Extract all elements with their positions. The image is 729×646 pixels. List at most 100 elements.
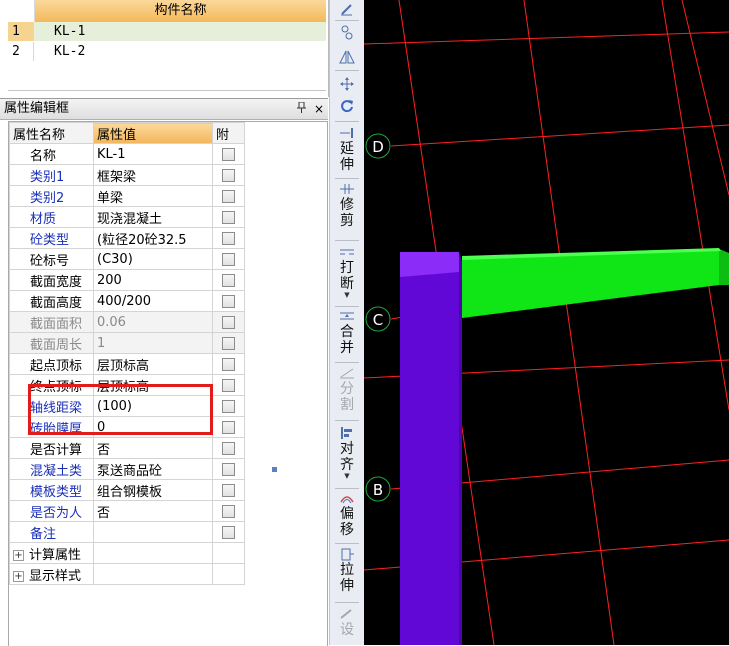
- property-value[interactable]: KL-1: [93, 143, 213, 165]
- property-name: 砼标号: [9, 248, 94, 270]
- attach-cell: [212, 248, 245, 270]
- property-row-section-width[interactable]: 截面宽度 200: [9, 269, 245, 291]
- property-row-concrete-type[interactable]: 砼类型 (粒径20砼32.5: [9, 227, 245, 249]
- attach-checkbox[interactable]: [222, 168, 235, 182]
- attach-checkbox[interactable]: [222, 357, 235, 371]
- property-name-header: 属性名称: [9, 122, 94, 144]
- component-name-header[interactable]: 构件名称: [35, 0, 326, 22]
- pin-icon[interactable]: [296, 99, 306, 119]
- property-value[interactable]: (粒径20砼32.5: [93, 227, 213, 249]
- attach-checkbox[interactable]: [222, 525, 235, 539]
- component-row-kl2[interactable]: 2 KL-2: [8, 42, 326, 61]
- attach-checkbox[interactable]: [222, 483, 235, 497]
- attach-checkbox[interactable]: [222, 420, 235, 434]
- axis-marker-d[interactable]: D: [365, 133, 391, 159]
- 3d-viewport[interactable]: D C B: [364, 0, 729, 645]
- property-value[interactable]: 组合钢模板: [93, 479, 213, 501]
- break-button[interactable]: 打断 ▼: [330, 246, 364, 299]
- property-row-name[interactable]: 名称 KL-1: [9, 143, 245, 165]
- stretch-button[interactable]: 拉伸: [330, 548, 364, 594]
- property-group-calculation[interactable]: + 计算属性: [9, 542, 245, 564]
- component-row-kl1[interactable]: 1 KL-1: [8, 22, 326, 41]
- attach-checkbox[interactable]: [222, 294, 235, 308]
- property-row-end-top-elev[interactable]: 终点顶标 层顶标高: [9, 374, 245, 396]
- property-row-section-perimeter[interactable]: 截面周长 1: [9, 332, 245, 354]
- property-name: 终点顶标: [9, 374, 94, 396]
- property-value[interactable]: 现浇混凝土: [93, 206, 213, 228]
- attach-checkbox[interactable]: [222, 399, 235, 413]
- property-row-section-height[interactable]: 截面高度 400/200: [9, 290, 245, 312]
- brush-icon[interactable]: [330, 0, 364, 18]
- attach-checkbox[interactable]: [222, 147, 235, 161]
- axis-marker-c[interactable]: C: [365, 306, 391, 332]
- move-icon[interactable]: [330, 75, 364, 93]
- property-grid: 属性名称 属性值 附 名称 KL-1 类别1 框架梁 类别2 单梁 材质 现浇混凝土 砼类型 (粒…: [9, 122, 245, 585]
- attach-checkbox[interactable]: [222, 210, 235, 224]
- attach-checkbox[interactable]: [222, 441, 235, 455]
- attach-checkbox[interactable]: [222, 189, 235, 203]
- property-row-category2[interactable]: 类别2 单梁: [9, 185, 245, 207]
- attach-checkbox[interactable]: [222, 378, 235, 392]
- attach-checkbox[interactable]: [222, 336, 235, 350]
- property-row-start-top-elev[interactable]: 起点顶标 层顶标高: [9, 353, 245, 375]
- property-value[interactable]: 层顶标高: [93, 353, 213, 375]
- property-name: 是否计算: [9, 437, 94, 459]
- property-group-display[interactable]: + 显示样式: [9, 563, 245, 585]
- toolbar-separator: [335, 70, 359, 71]
- toolbar-separator: [335, 20, 359, 21]
- settings-button[interactable]: 设: [330, 608, 364, 638]
- trim-button[interactable]: 修剪: [330, 183, 364, 229]
- expand-icon[interactable]: +: [13, 570, 24, 582]
- property-row-is-calculated[interactable]: 是否计算否: [9, 437, 245, 459]
- attach-cell: [212, 521, 245, 543]
- property-value[interactable]: 200: [93, 269, 213, 291]
- property-value[interactable]: 否: [93, 437, 213, 459]
- property-row-formwork-type[interactable]: 模板类型 组合钢模板: [9, 479, 245, 501]
- property-value[interactable]: 框架梁: [93, 164, 213, 186]
- rotate-icon[interactable]: [330, 97, 364, 115]
- property-row-is-manual[interactable]: 是否为人否: [9, 500, 245, 522]
- property-value[interactable]: 否: [93, 500, 213, 522]
- mirror-icon[interactable]: [330, 48, 364, 66]
- attach-checkbox[interactable]: [222, 273, 235, 287]
- trim-icon: [330, 183, 364, 197]
- property-value[interactable]: 层顶标高: [93, 374, 213, 396]
- attach-cell: [212, 395, 245, 417]
- property-value[interactable]: [93, 521, 213, 543]
- break-icon: [330, 246, 364, 260]
- offset-button[interactable]: 偏移: [330, 492, 364, 538]
- property-row-concrete-grade[interactable]: 砼标号 (C30): [9, 248, 245, 270]
- align-button[interactable]: 对齐 ▼: [330, 427, 364, 480]
- panel-title: 属性编辑框: [4, 101, 70, 116]
- property-value[interactable]: (C30): [93, 248, 213, 270]
- property-value: 0.06: [93, 311, 213, 333]
- property-value[interactable]: 泵送商品砼: [93, 458, 213, 480]
- property-value[interactable]: 单梁: [93, 185, 213, 207]
- property-value[interactable]: (100): [93, 395, 213, 417]
- axis-marker-b[interactable]: B: [365, 476, 391, 502]
- property-row-section-area[interactable]: 截面面积 0.06: [9, 311, 245, 333]
- beam-kl1[interactable]: [431, 248, 729, 318]
- expand-icon[interactable]: +: [13, 549, 24, 561]
- split-button[interactable]: 分割: [330, 367, 364, 413]
- extend-button[interactable]: 延伸: [330, 127, 364, 173]
- property-row-remarks[interactable]: 备注: [9, 521, 245, 543]
- attach-checkbox[interactable]: [222, 252, 235, 266]
- attach-checkbox[interactable]: [222, 315, 235, 329]
- column[interactable]: [400, 252, 462, 645]
- close-icon[interactable]: ×: [314, 99, 324, 119]
- attach-checkbox[interactable]: [222, 504, 235, 518]
- attach-checkbox[interactable]: [222, 462, 235, 476]
- property-row-axis-offset[interactable]: 轴线距梁 (100): [9, 395, 245, 417]
- property-row-category1[interactable]: 类别1 框架梁: [9, 164, 245, 186]
- link-icon[interactable]: [330, 24, 364, 42]
- property-row-concrete-class[interactable]: 混凝土类 泵送商品砼: [9, 458, 245, 480]
- split-icon: [330, 367, 364, 381]
- property-value[interactable]: 0: [93, 416, 213, 438]
- property-name: 轴线距梁: [9, 395, 94, 417]
- property-row-brick-form-thickness[interactable]: 砖胎膜厚 0: [9, 416, 245, 438]
- attach-checkbox[interactable]: [222, 231, 235, 245]
- property-row-material[interactable]: 材质 现浇混凝土: [9, 206, 245, 228]
- property-value[interactable]: 400/200: [93, 290, 213, 312]
- merge-button[interactable]: 合并: [330, 310, 364, 356]
